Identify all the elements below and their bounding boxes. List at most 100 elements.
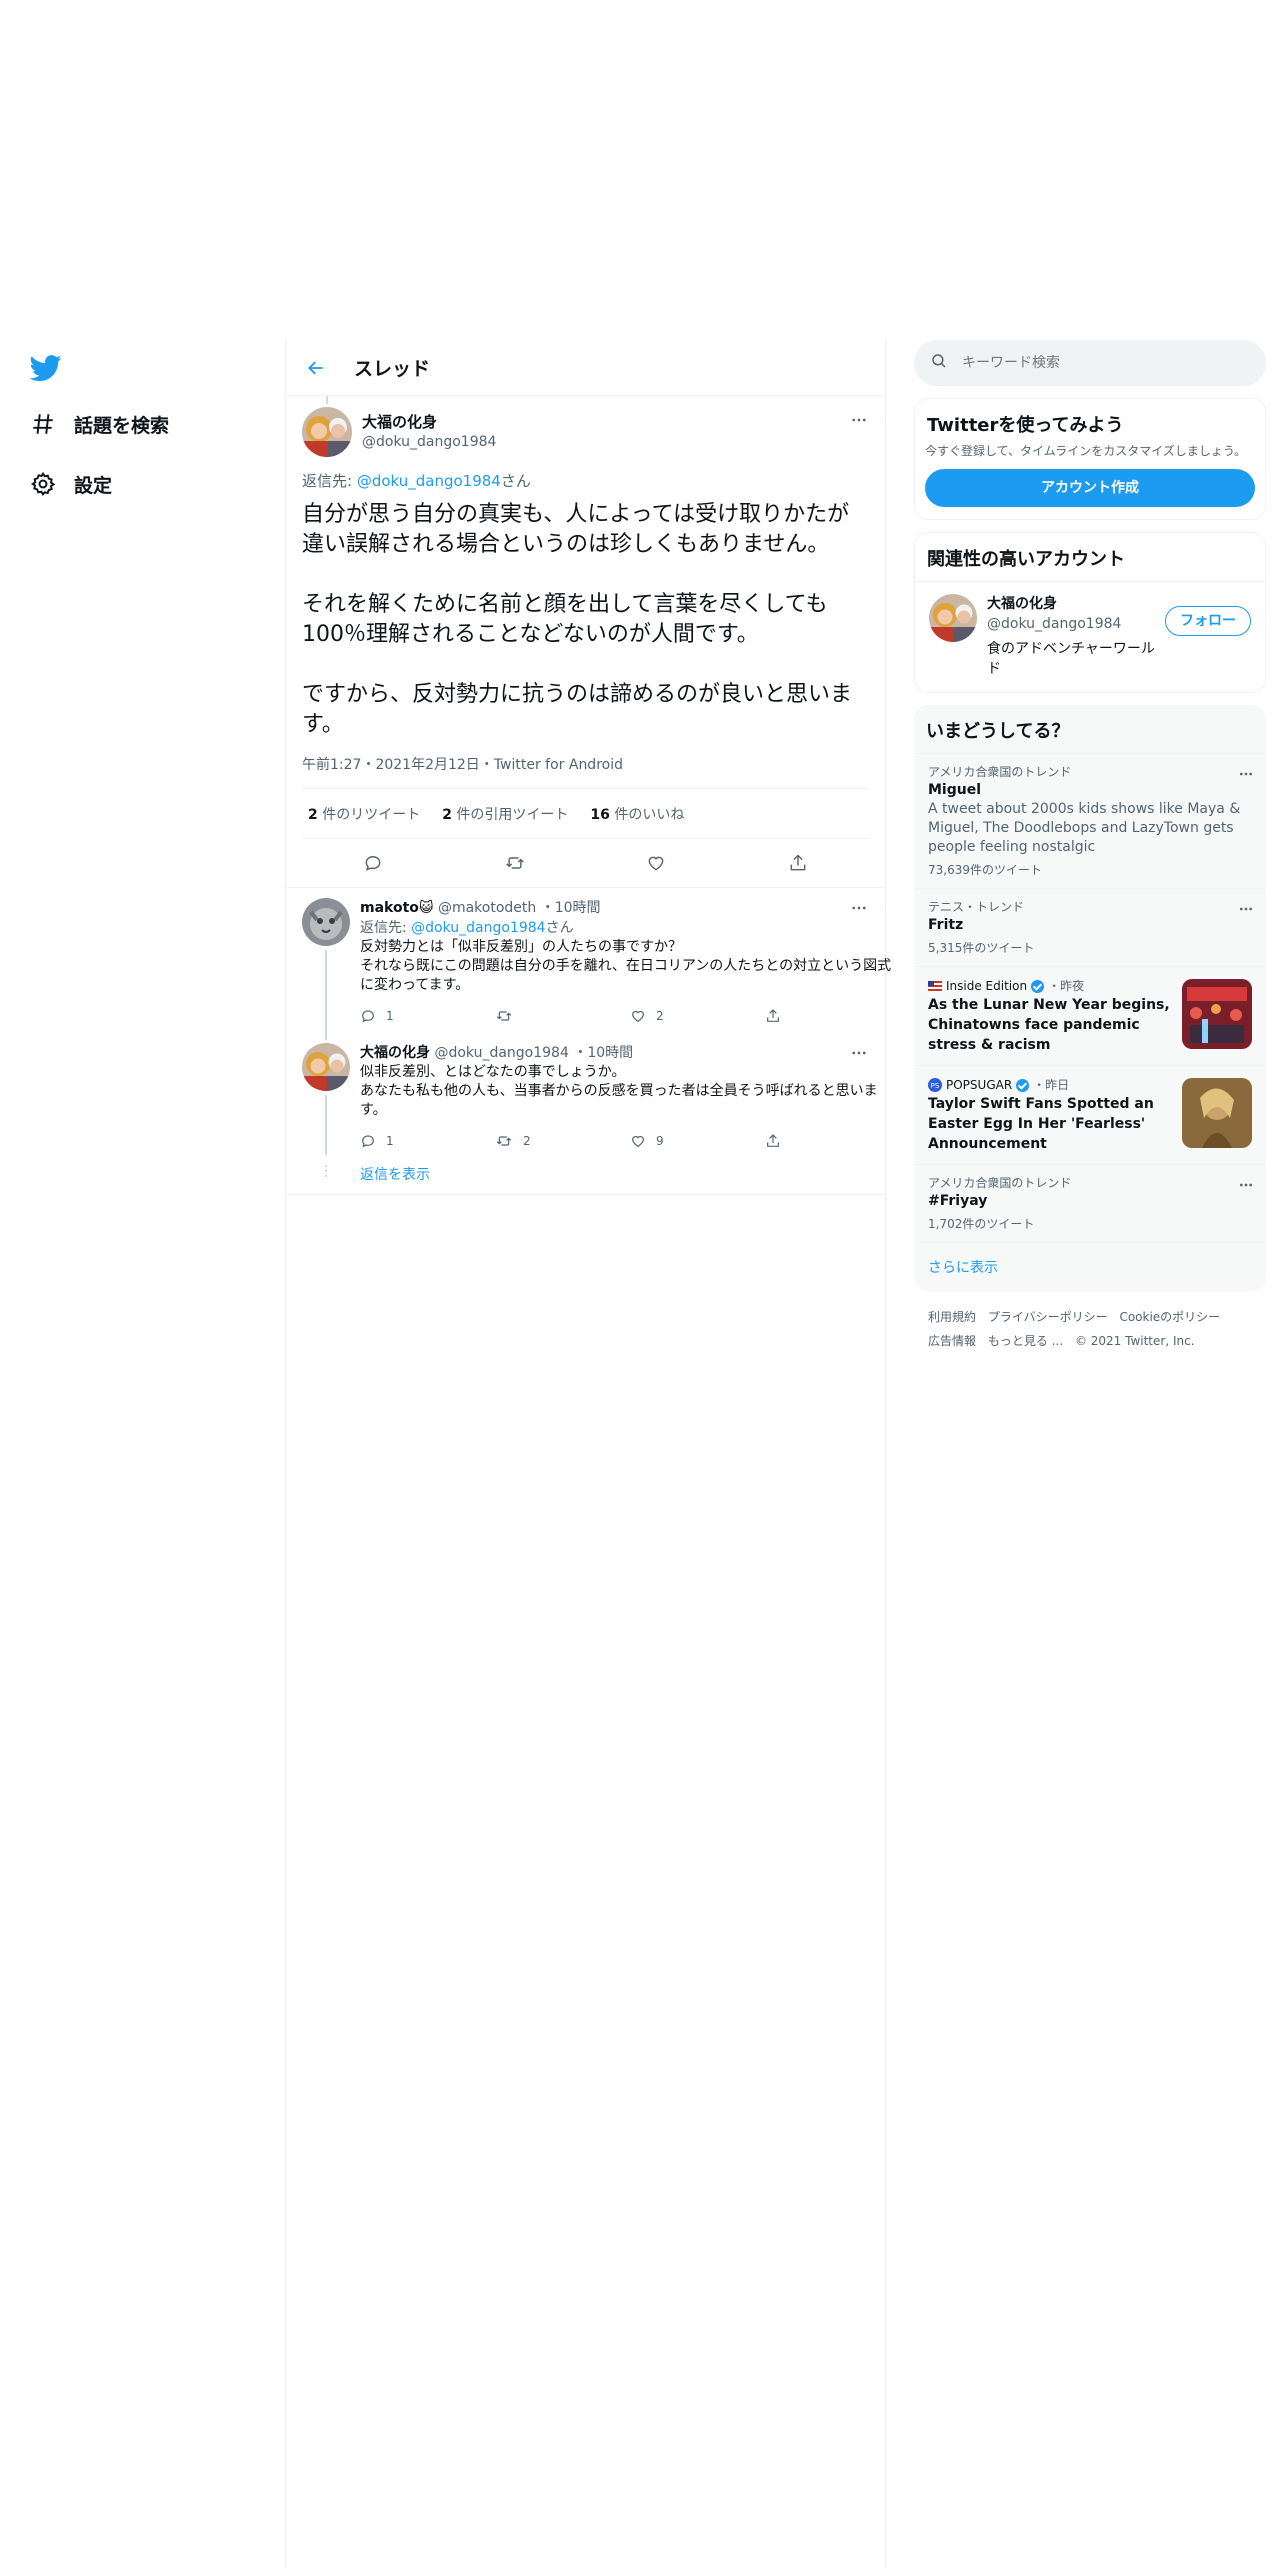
like-icon[interactable] [639,846,673,880]
search-box[interactable] [914,340,1266,386]
footer-link-terms[interactable]: 利用規約 [928,1310,976,1324]
footer: 利用規約 プライバシーポリシー Cookieのポリシー 広告情報 もっと見る .… [914,1291,1266,1367]
news-thumbnail [1182,979,1252,1049]
reply-actions: 1 2 [360,1003,900,1029]
trend-count: 5,315件のツイート [928,941,1035,955]
hashtag-icon [30,411,56,437]
user-handle[interactable]: @doku_dango1984 [362,432,496,452]
search-input[interactable] [962,355,1222,371]
reply-text: 似非反差別、とはどなたの事でしょうか。 あなたも私も他の人も、当事者からの反感を… [360,1064,878,1118]
display-name[interactable]: 大福の化身 [987,594,1165,614]
nav-explore[interactable]: 話題を検索 [30,406,169,442]
reply-time[interactable]: ・10時間 [541,900,601,916]
create-account-button[interactable]: アカウント作成 [925,469,1255,507]
more-options-icon[interactable] [847,896,871,920]
footer-link-privacy[interactable]: プライバシーポリシー [988,1310,1108,1324]
trends-title: いまどうしてる？ [914,705,1266,754]
tweet-stats: 2 件のリツイート 2 件の引用ツイート 16 件のいいね [302,789,869,839]
trend-item[interactable]: アメリカ合衆国のトレンド #Friyay 1,702件のツイート [914,1165,1266,1243]
trend-item[interactable]: テニス・トレンド Fritz 5,315件のツイート [914,889,1266,967]
reply-to-mention[interactable]: @doku_dango1984 [357,472,501,490]
avatar[interactable] [302,898,350,946]
follow-button[interactable]: フォロー [1165,606,1251,636]
retweet-stat[interactable]: 2 件のリツイート [308,804,420,824]
more-options-icon[interactable] [1234,1173,1258,1197]
trend-count: 73,639件のツイート [928,863,1042,877]
like-button[interactable]: 9 [630,1133,765,1149]
trend-count: 1,702件のツイート [928,1217,1035,1231]
footer-link-ads[interactable]: 広告情報 [928,1334,976,1348]
tweet-timestamp[interactable]: 午前1:27・2021年2月12日・Twitter for Android [302,754,869,789]
trend-name: #Friyay [928,1193,988,1209]
tweet-text: 自分が思う自分の真実も、人によっては受け取りかたが違い誤解される場合というのは珍… [302,502,853,737]
reply-header: 大福の化身 @doku_dango1984 ・10時間 [360,1043,900,1063]
user-handle[interactable]: @doku_dango1984 [434,1045,568,1061]
news-source: PS POPSUGAR ・昨日 [928,1076,1172,1094]
reply-icon[interactable] [356,846,390,880]
reply-text: 反対勢力とは「似非反差別」の人たちの事ですか？ それなら既にこの問題は自分の手を… [360,939,892,993]
more-options-icon[interactable] [847,408,871,432]
trend-context: アメリカ合衆国のトレンド [928,765,1072,779]
user-handle[interactable]: @doku_dango1984 [987,614,1165,634]
nav-explore-label: 話題を検索 [74,414,170,437]
quote-label: 件の引用ツイート [451,806,569,823]
show-more-link[interactable]: さらに表示 [914,1243,1266,1291]
trends-card: いまどうしてる？ アメリカ合衆国のトレンド Miguel A tweet abo… [914,705,1266,1291]
nav-settings[interactable]: 設定 [30,466,112,502]
reply-to-mention[interactable]: @doku_dango1984 [411,920,545,936]
like-stat[interactable]: 16 件のいいね [590,804,684,824]
tweet-author: 大福の化身 @doku_dango1984 [302,396,869,458]
trend-item[interactable]: アメリカ合衆国のトレンド Miguel A tweet about 2000s … [914,754,1266,889]
more-options-icon[interactable] [1234,762,1258,786]
footer-link-more[interactable]: もっと見る ... [988,1334,1063,1348]
thread-line [325,1095,327,1155]
share-button[interactable] [765,1133,900,1149]
news-item[interactable]: PS POPSUGAR ・昨日 Taylor Swift Fans Spotte… [914,1066,1266,1165]
news-item[interactable]: Inside Edition ・昨夜 As the Lunar New Year… [914,967,1266,1066]
quote-count: 2 [442,806,452,823]
reply-to-prefix: 返信先: [302,472,357,490]
news-source-name: Inside Edition [946,979,1028,993]
reply-button[interactable]: 1 [360,1133,495,1149]
share-button[interactable] [765,1008,900,1024]
reply-to-suffix: さん [500,472,531,490]
reply-count: 1 [386,1009,394,1023]
avatar[interactable] [302,1043,350,1091]
news-time: ・昨夜 [1048,979,1085,993]
display-name[interactable]: makoto😺 [360,900,434,916]
back-arrow-icon[interactable] [298,350,334,386]
relevant-accounts-card: 関連性の高いアカウント 大福の化身 @doku_dango1984 食のアドベン… [914,532,1266,693]
reply-tweet[interactable]: makoto😺 @makotodeth ・10時間 返信先: @doku_dan… [286,888,891,1040]
display-name[interactable]: 大福の化身 [362,412,496,432]
more-options-icon[interactable] [847,1041,871,1065]
search-icon [930,352,948,374]
news-time: ・昨日 [1033,1078,1070,1092]
like-icon [632,1010,644,1023]
twitter-logo-icon[interactable] [29,352,62,384]
retweet-icon[interactable] [498,846,532,880]
retweet-button[interactable]: 2 [495,1133,630,1149]
footer-link-cookie[interactable]: Cookieのポリシー [1119,1310,1220,1324]
signup-description: 今すぐ登録して、タイムラインをカスタマイズしましょう。 [925,444,1247,458]
avatar[interactable] [929,594,977,642]
trend-description: A tweet about 2000s kids shows like Maya… [928,801,1241,855]
show-replies-link[interactable]: 返信を表示 [286,1154,885,1195]
trend-context: テニス・トレンド [928,900,1025,914]
retweet-button[interactable] [495,1008,630,1024]
reply-button[interactable]: 1 [360,1008,495,1024]
nav-settings-label: 設定 [74,474,113,497]
user-handle[interactable]: @makotodeth [438,900,536,916]
account-row[interactable]: 大福の化身 @doku_dango1984 食のアドベンチャーワールド フォロー [915,582,1265,692]
like-button[interactable]: 2 [630,1008,765,1024]
gear-icon [30,471,56,497]
avatar[interactable] [302,407,352,457]
reply-tweet[interactable]: 大福の化身 @doku_dango1984 ・10時間 似非反差別、とはどなたの… [286,1029,885,1155]
share-icon[interactable] [781,846,815,880]
retweet-icon [496,1136,512,1146]
share-icon [767,1009,779,1022]
display-name[interactable]: 大福の化身 [360,1045,430,1061]
main-column: スレッド 大福の化身 @doku_dango1984 返信先: @doku_da… [285,340,891,2568]
quote-stat[interactable]: 2 件の引用ツイート [442,804,568,824]
more-options-icon[interactable] [1234,897,1258,921]
reply-time[interactable]: ・10時間 [573,1045,633,1061]
